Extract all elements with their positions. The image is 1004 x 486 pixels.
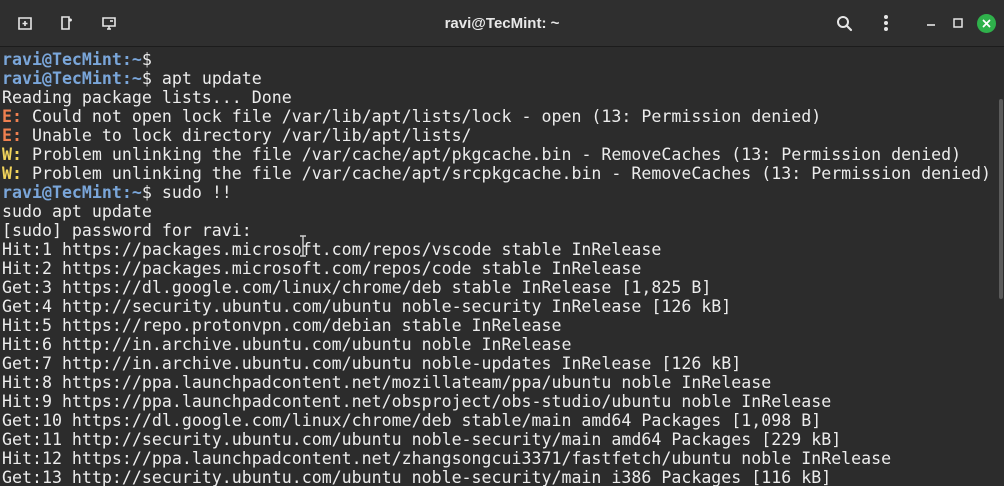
terminal-line: Hit:9 https://ppa.launchpadcontent.net/o…: [2, 392, 991, 411]
output-text: Get:7 http://in.archive.ubuntu.com/ubunt…: [2, 354, 742, 373]
terminal-line: Hit:12 https://ppa.launchpadcontent.net/…: [2, 449, 991, 468]
prompt-user-host: ravi@TecMint: [2, 69, 122, 88]
terminal-line: ravi@TecMint:~$ sudo !!: [2, 183, 991, 202]
terminal-line: Hit:6 http://in.archive.ubuntu.com/ubunt…: [2, 335, 991, 354]
terminal-line: [sudo] password for ravi:: [2, 221, 991, 240]
terminal-line: W: Problem unlinking the file /var/cache…: [2, 145, 991, 164]
output-text: Reading package lists... Done: [2, 88, 292, 107]
error-tag: E:: [2, 107, 22, 126]
terminal-window: ravi@TecMint: ~ ravi@TecMint:~$ ravi@Tec…: [0, 0, 1004, 486]
terminal-line: Reading package lists... Done: [2, 88, 991, 107]
terminal-line: Get:13 http://security.ubuntu.com/ubuntu…: [2, 468, 991, 486]
terminal-line: Hit:8 https://ppa.launchpadcontent.net/m…: [2, 373, 991, 392]
output-text: Hit:12 https://ppa.launchpadcontent.net/…: [2, 449, 892, 468]
title-bar[interactable]: ravi@TecMint: ~: [0, 0, 1004, 47]
terminal-line: Get:10 https://dl.google.com/linux/chrom…: [2, 411, 991, 430]
terminal-line: E: Unable to lock directory /var/lib/apt…: [2, 126, 991, 145]
prompt-symbol: $: [141, 183, 152, 202]
command-text: apt update: [151, 69, 262, 88]
minimize-button[interactable]: [916, 9, 946, 37]
terminal-text: ravi@TecMint:~$ ravi@TecMint:~$ apt updat…: [2, 50, 991, 486]
command-text: sudo !!: [151, 183, 232, 202]
terminal-line: Hit:2 https://packages.microsoft.com/rep…: [2, 259, 991, 278]
message-text: Unable to lock directory /var/lib/apt/li…: [21, 126, 472, 145]
new-tab-icon: [17, 15, 33, 31]
maximize-icon: [952, 17, 964, 29]
terminal-line: E: Could not open lock file /var/lib/apt…: [2, 107, 991, 126]
terminal-line: ravi@TecMint:~$ apt update: [2, 69, 991, 88]
terminal-line: Hit:1 https://packages.microsoft.com/rep…: [2, 240, 991, 259]
message-text: Problem unlinking the file /var/cache/ap…: [21, 164, 992, 183]
output-text: Hit:9 https://ppa.launchpadcontent.net/o…: [2, 392, 832, 411]
output-text: Get:4 http://security.ubuntu.com/ubuntu …: [2, 297, 732, 316]
terminal-output-area[interactable]: ravi@TecMint:~$ ravi@TecMint:~$ apt updat…: [0, 47, 1004, 486]
terminal-line: W: Problem unlinking the file /var/cache…: [2, 164, 991, 183]
terminal-line: Get:4 http://security.ubuntu.com/ubuntu …: [2, 297, 991, 316]
error-tag: E:: [2, 126, 22, 145]
terminal-line: Get:7 http://in.archive.ubuntu.com/ubunt…: [2, 354, 991, 373]
warning-tag: W:: [2, 164, 22, 183]
output-text: Get:11 http://security.ubuntu.com/ubuntu…: [2, 430, 842, 449]
output-text: Get:3 https://dl.google.com/linux/chrome…: [2, 278, 712, 297]
prompt-user-host: ravi@TecMint: [2, 50, 122, 69]
prompt-symbol: $: [141, 69, 152, 88]
warning-tag: W:: [2, 145, 22, 164]
prompt-path: :~: [121, 69, 142, 88]
close-button[interactable]: [971, 9, 1001, 37]
search-icon: [836, 15, 853, 32]
search-button[interactable]: [829, 9, 859, 37]
split-view-button[interactable]: [52, 9, 82, 37]
output-text: Get:13 http://security.ubuntu.com/ubuntu…: [2, 468, 832, 486]
terminal-line: Get:3 https://dl.google.com/linux/chrome…: [2, 278, 991, 297]
output-text: Get:10 https://dl.google.com/linux/chrom…: [2, 411, 822, 430]
close-icon: [976, 13, 996, 33]
output-text: Hit:8 https://ppa.launchpadcontent.net/m…: [2, 373, 772, 392]
maximize-button[interactable]: [943, 9, 973, 37]
terminal-line: Hit:5 https://repo.protonvpn.com/debian …: [2, 316, 991, 335]
prompt-symbol: $: [141, 50, 152, 69]
terminal-line: Get:11 http://security.ubuntu.com/ubuntu…: [2, 430, 991, 449]
prompt-path: :~: [121, 183, 142, 202]
message-text: Problem unlinking the file /var/cache/ap…: [21, 145, 962, 164]
output-text: Hit:5 https://repo.protonvpn.com/debian …: [2, 316, 562, 335]
sessions-button[interactable]: [94, 9, 124, 37]
output-text: [sudo] password for ravi:: [2, 221, 252, 240]
prompt-path: :~: [121, 50, 142, 69]
output-text: Hit:1 https://packages.microsoft.com/rep…: [2, 240, 662, 259]
terminal-line: sudo apt update: [2, 202, 991, 221]
output-text: Hit:2 https://packages.microsoft.com/rep…: [2, 259, 642, 278]
kebab-menu-icon: [883, 14, 889, 32]
terminal-line: ravi@TecMint:~$: [2, 50, 991, 69]
text-cursor-icon: [298, 235, 308, 262]
scrollbar[interactable]: [999, 99, 1003, 299]
output-text: Hit:6 http://in.archive.ubuntu.com/ubunt…: [2, 335, 572, 354]
split-view-icon: [59, 15, 75, 31]
menu-button[interactable]: [871, 9, 901, 37]
message-text: Could not open lock file /var/lib/apt/li…: [21, 107, 822, 126]
minimize-icon: [925, 17, 937, 29]
output-text: sudo apt update: [2, 202, 152, 221]
prompt-user-host: ravi@TecMint: [2, 183, 122, 202]
sessions-icon: [101, 15, 117, 31]
new-tab-button[interactable]: [10, 9, 40, 37]
